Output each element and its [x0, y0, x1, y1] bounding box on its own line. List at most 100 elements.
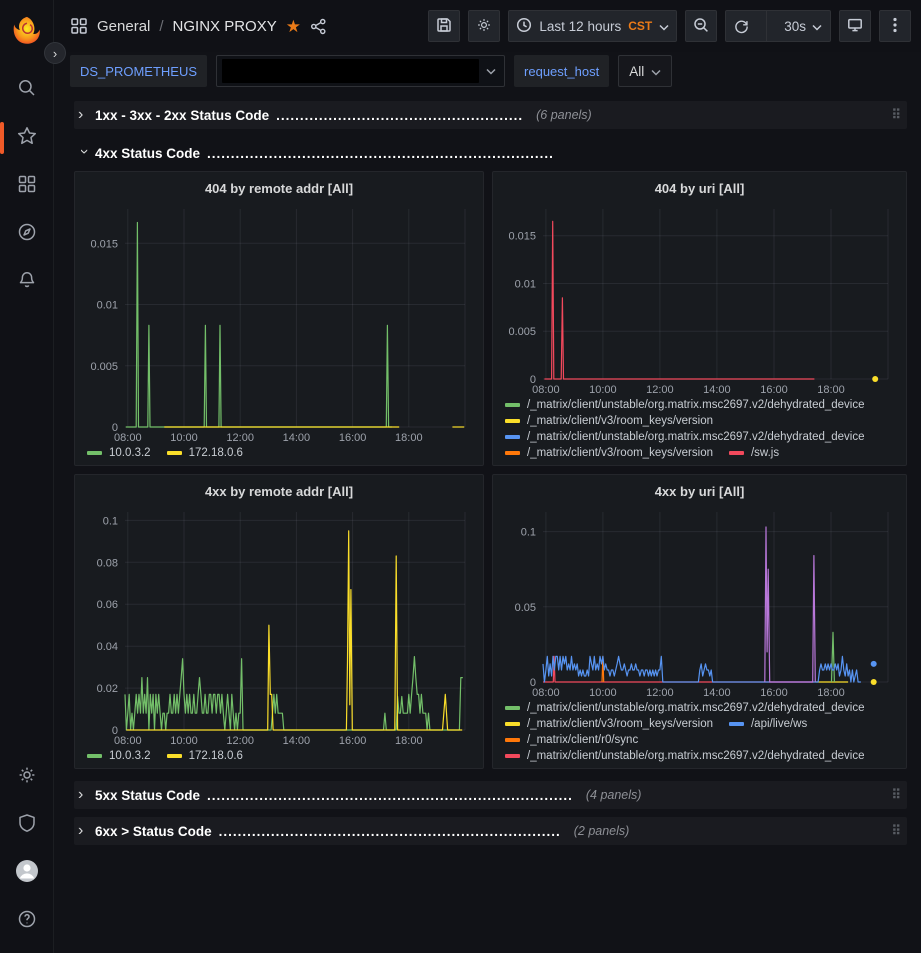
request-host-dropdown[interactable]: All	[618, 55, 672, 87]
kebab-menu-button[interactable]	[879, 10, 911, 42]
legend-item[interactable]: 10.0.3.2	[87, 750, 151, 762]
legend-item[interactable]: /sw.js	[729, 447, 779, 459]
legend-item[interactable]: /_matrix/client/v3/room_keys/version	[505, 415, 713, 427]
sidebar-item-dashboards[interactable]	[5, 164, 49, 208]
favorite-star-icon[interactable]: ★	[286, 18, 301, 35]
legend-series-swatch	[505, 706, 520, 710]
row-title: 6xx > Status Code	[95, 824, 212, 839]
row-title: 1xx - 3xx - 2xx Status Code	[95, 108, 269, 123]
svg-text:0.08: 0.08	[97, 557, 118, 569]
legend-series-label: /_matrix/client/r0/sync	[527, 734, 638, 746]
breadcrumb-dashboard-title[interactable]: NGINX PROXY	[173, 18, 277, 35]
time-range-label: Last 12 hours	[539, 19, 621, 34]
svg-text:14:00: 14:00	[283, 735, 311, 747]
legend-item[interactable]: 172.18.0.6	[167, 750, 243, 762]
legend-item[interactable]: /_matrix/client/v3/room_keys/version	[505, 718, 713, 730]
legend-series-label: 10.0.3.2	[109, 447, 151, 459]
datasource-dropdown[interactable]	[216, 55, 505, 87]
legend-series-swatch	[505, 451, 520, 455]
legend-item[interactable]: /_matrix/client/unstable/org.matrix.msc2…	[505, 431, 865, 443]
sidebar-item-alerting[interactable]	[5, 260, 49, 304]
svg-text:18:00: 18:00	[395, 735, 423, 747]
legend-series-swatch	[87, 451, 102, 455]
sidebar-item-configuration[interactable]	[5, 755, 49, 799]
compass-icon	[17, 222, 37, 247]
apps-grid-icon[interactable]	[70, 17, 88, 35]
svg-text:0.005: 0.005	[90, 361, 118, 373]
row-header-6xx[interactable]: › 6xx > Status Code ....................…	[74, 817, 907, 845]
chevron-right-icon: ›	[78, 106, 88, 124]
row-drag-handle[interactable]: ⠿	[889, 107, 903, 123]
timeseries-plot[interactable]: 00.020.040.060.080.108:0010:0012:0014:00…	[83, 504, 475, 748]
refresh-picker[interactable]: 30s	[725, 10, 831, 42]
save-dashboard-button[interactable]	[428, 10, 460, 42]
panel-title[interactable]: 4xx by uri [All]	[501, 480, 898, 504]
svg-text:12:00: 12:00	[226, 432, 254, 444]
dashboard-settings-button[interactable]	[468, 10, 500, 42]
sidebar-expand-button[interactable]: ›	[44, 42, 66, 64]
refresh-icon[interactable]	[726, 19, 757, 34]
gear-icon	[17, 765, 37, 790]
row-panel-count: (2 panels)	[574, 824, 630, 838]
svg-text:14:00: 14:00	[283, 432, 311, 444]
row-header-4xx[interactable]: › 4xx Status Code ......................…	[74, 139, 907, 167]
legend-item[interactable]: /api/live/ws	[729, 718, 807, 730]
chevron-down-icon	[812, 19, 822, 34]
search-button[interactable]	[5, 68, 49, 112]
timeseries-plot[interactable]: 00.0050.010.01508:0010:0012:0014:0016:00…	[83, 201, 475, 445]
svg-text:08:00: 08:00	[114, 432, 142, 444]
svg-text:14:00: 14:00	[703, 687, 731, 699]
legend-series-swatch	[729, 451, 744, 455]
row-title: 5xx Status Code	[95, 788, 200, 803]
breadcrumb-folder[interactable]: General	[97, 18, 150, 35]
sidebar-item-help[interactable]	[5, 899, 49, 943]
panel-legend: 10.0.3.2 172.18.0.6	[83, 445, 475, 459]
panel-title[interactable]: 404 by uri [All]	[501, 177, 898, 201]
sidebar-item-starred[interactable]	[5, 116, 49, 160]
svg-text:14:00: 14:00	[703, 384, 731, 396]
svg-text:10:00: 10:00	[170, 432, 198, 444]
request-host-value: All	[629, 64, 644, 79]
row-header-1xx-3xx-2xx[interactable]: › 1xx - 3xx - 2xx Status Code ..........…	[74, 101, 907, 129]
panel-title[interactable]: 404 by remote addr [All]	[83, 177, 475, 201]
svg-text:16:00: 16:00	[339, 432, 367, 444]
legend-series-swatch	[167, 754, 182, 758]
gear-icon	[476, 17, 492, 36]
panel-grid: 404 by remote addr [All] 00.0050.010.015…	[74, 171, 907, 769]
row-drag-handle[interactable]: ⠿	[889, 787, 903, 803]
legend-series-label: /_matrix/client/unstable/org.matrix.msc2…	[527, 431, 865, 443]
timeseries-plot[interactable]: 00.0050.010.01508:0010:0012:0014:0016:00…	[501, 201, 898, 397]
svg-text:0.01: 0.01	[97, 300, 118, 312]
user-avatar[interactable]	[5, 851, 49, 895]
panel-title[interactable]: 4xx by remote addr [All]	[83, 480, 475, 504]
variables-row: DS_PROMETHEUS request_host All	[54, 52, 921, 90]
share-icon[interactable]	[310, 18, 327, 35]
navbar: General / NGINX PROXY ★ Last 12 hours	[54, 0, 921, 52]
legend-series-swatch	[729, 722, 744, 726]
variable-label-ds-prometheus[interactable]: DS_PROMETHEUS	[70, 55, 207, 87]
legend-item[interactable]: 10.0.3.2	[87, 447, 151, 459]
row-header-5xx[interactable]: › 5xx Status Code ......................…	[74, 781, 907, 809]
row-drag-handle[interactable]: ⠿	[889, 823, 903, 839]
svg-text:08:00: 08:00	[114, 735, 142, 747]
legend-series-label: 10.0.3.2	[109, 750, 151, 762]
legend-item[interactable]: /_matrix/client/unstable/org.matrix.msc2…	[505, 399, 865, 411]
grafana-logo[interactable]	[10, 14, 44, 48]
variable-label-request-host[interactable]: request_host	[514, 55, 609, 87]
legend-item[interactable]: /_matrix/client/unstable/org.matrix.msc2…	[505, 750, 865, 762]
zoom-out-button[interactable]	[685, 10, 717, 42]
legend-item[interactable]: /_matrix/client/v3/room_keys/version	[505, 447, 713, 459]
svg-text:16:00: 16:00	[339, 735, 367, 747]
tv-mode-button[interactable]	[839, 10, 871, 42]
search-icon	[17, 78, 37, 103]
legend-item[interactable]: /_matrix/client/unstable/org.matrix.msc2…	[505, 702, 865, 714]
timeseries-plot[interactable]: 00.050.108:0010:0012:0014:0016:0018:00	[501, 504, 898, 700]
legend-series-swatch	[505, 738, 520, 742]
refresh-interval-dropdown[interactable]: 30s	[776, 19, 830, 34]
legend-series-label: /_matrix/client/unstable/org.matrix.msc2…	[527, 399, 865, 411]
legend-item[interactable]: /_matrix/client/r0/sync	[505, 734, 638, 746]
time-range-picker[interactable]: Last 12 hours CST	[508, 10, 677, 42]
sidebar-item-explore[interactable]	[5, 212, 49, 256]
sidebar-item-server-admin[interactable]	[5, 803, 49, 847]
legend-item[interactable]: 172.18.0.6	[167, 447, 243, 459]
